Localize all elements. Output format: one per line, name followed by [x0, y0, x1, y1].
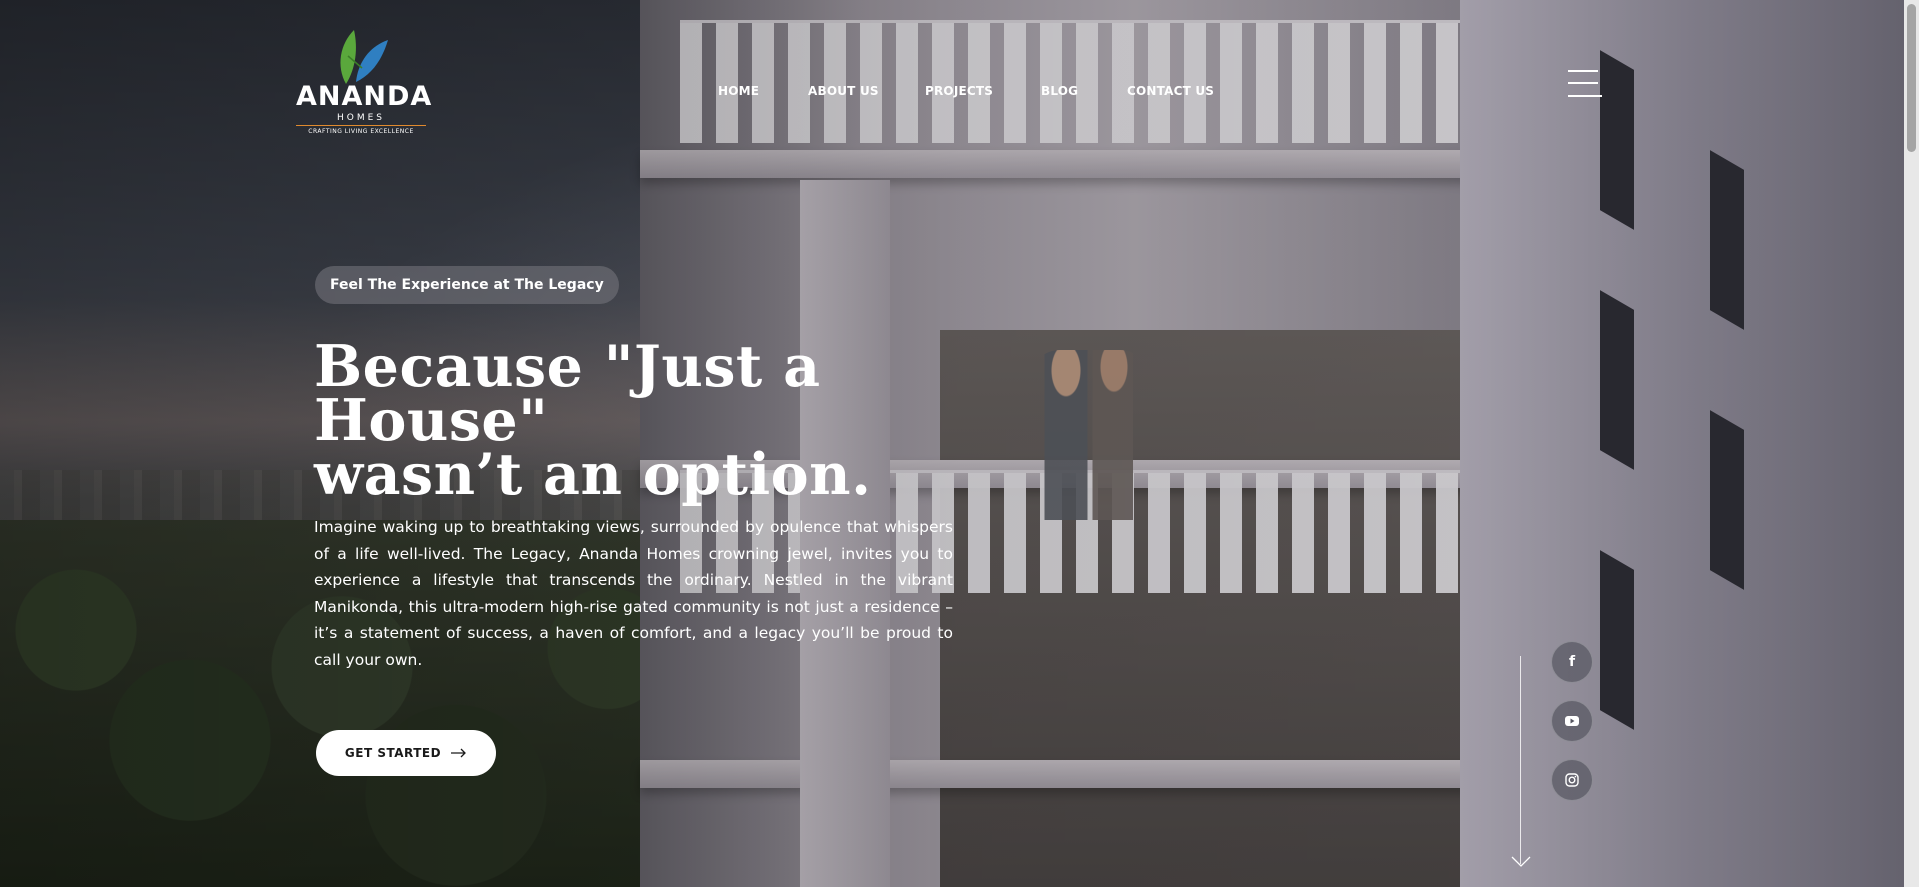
main-navigation: HOME ABOUT US PROJECTS BLOG CONTACT US: [0, 84, 1919, 104]
nav-projects[interactable]: PROJECTS: [925, 84, 993, 98]
image-overlay: [0, 0, 1919, 887]
brand-logo[interactable]: ANANDA HOMES CRAFTING LIVING EXCELLENCE: [296, 26, 431, 136]
logo-tagline: CRAFTING LIVING EXCELLENCE: [296, 125, 426, 135]
arrow-right-icon: [451, 748, 466, 758]
get-started-label: GET STARTED: [344, 746, 442, 760]
instagram-icon[interactable]: [1551, 759, 1593, 801]
scrollbar-thumb[interactable]: [1907, 4, 1916, 152]
page-scrollbar[interactable]: [1904, 0, 1919, 887]
youtube-glyph: [1565, 716, 1579, 726]
get-started-button[interactable]: GET STARTED: [316, 730, 496, 776]
hero-eyebrow-badge: Feel The Experience at The Legacy: [315, 266, 619, 304]
logo-subtitle: HOMES: [336, 113, 386, 123]
logo-leaf-icon: [340, 30, 388, 84]
hamburger-menu-icon[interactable]: [1568, 70, 1602, 100]
instagram-glyph: [1565, 773, 1579, 787]
youtube-icon[interactable]: [1551, 700, 1593, 742]
hero-section: ANANDA HOMES CRAFTING LIVING EXCELLENCE …: [0, 0, 1919, 887]
scroll-down-arrow-icon[interactable]: [1511, 848, 1531, 868]
hero-description: Imagine waking up to breathtaking views,…: [314, 518, 953, 669]
headline-line-2: wasn’t an option.: [314, 441, 872, 508]
headline-line-1: Because "Just a House": [314, 333, 821, 454]
nav-about-us[interactable]: ABOUT US: [808, 84, 879, 98]
scroll-indicator-line: [1520, 656, 1521, 864]
nav-home[interactable]: HOME: [718, 84, 759, 98]
facebook-icon[interactable]: f: [1551, 641, 1593, 683]
facebook-glyph: f: [1568, 654, 1576, 670]
nav-contact-us[interactable]: CONTACT US: [1127, 84, 1214, 98]
hero-headline: Because "Just a House" wasn’t an option.: [314, 338, 934, 503]
nav-blog[interactable]: BLOG: [1041, 84, 1078, 98]
